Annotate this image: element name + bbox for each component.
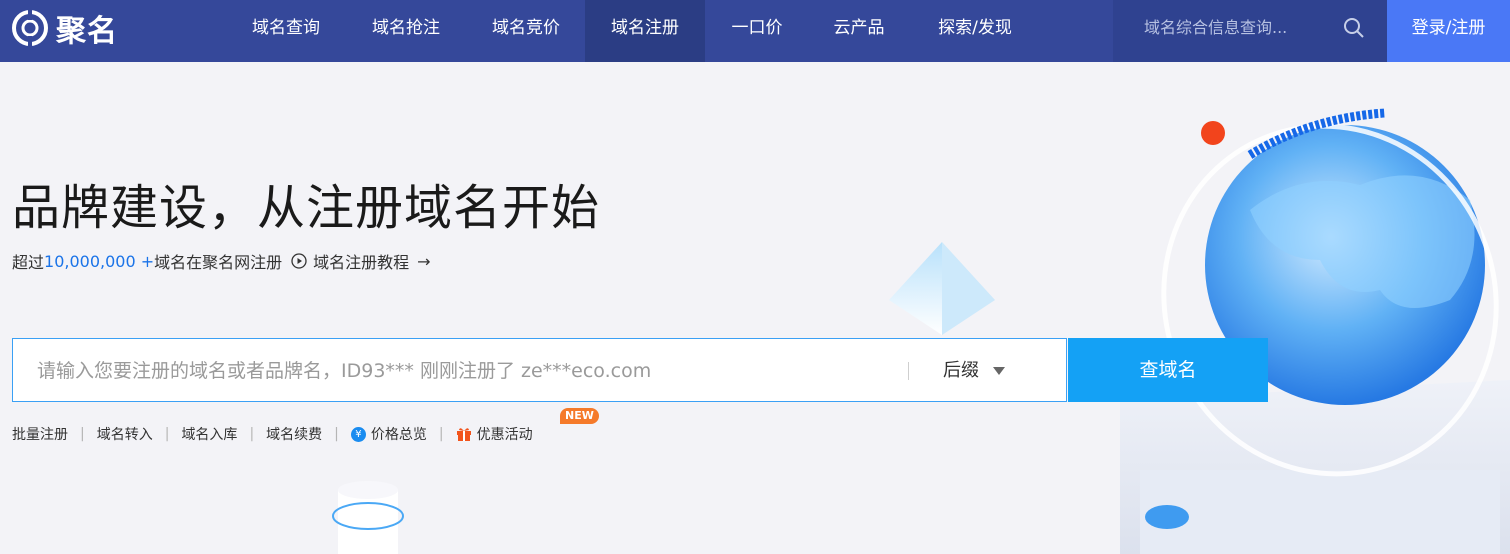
tutorial-link[interactable]: 域名注册教程 → — [291, 249, 431, 273]
suffix-dropdown[interactable]: 后缀 — [943, 339, 979, 403]
nav-domain-snap[interactable]: 域名抢注 — [356, 0, 456, 62]
caret-down-icon[interactable] — [993, 367, 1005, 375]
nav-domain-query[interactable]: 域名查询 — [236, 0, 336, 62]
nav-cloud-products[interactable]: 云产品 — [822, 0, 896, 62]
login-register-button[interactable]: 登录/注册 — [1387, 0, 1510, 62]
play-circle-icon — [291, 253, 307, 269]
gift-icon — [456, 426, 472, 442]
quick-link-domain-store[interactable]: 域名入库 — [181, 424, 237, 444]
quick-links: 批量注册 | 域名转入 | 域名入库 | 域名续费 | ¥ 价格总览 | 优惠活… — [12, 424, 533, 444]
tutorial-label: 域名注册教程 — [313, 253, 410, 272]
hero-illustration — [332, 108, 1510, 554]
separator: | — [164, 426, 170, 442]
search-icon[interactable] — [1343, 17, 1365, 43]
nav-fixed-price[interactable]: 一口价 — [720, 0, 794, 62]
separator: | — [80, 426, 85, 442]
promotions-label: 优惠活动 — [476, 427, 533, 443]
separator: | — [438, 426, 444, 442]
juming-logo-icon — [10, 8, 50, 48]
search-divider — [908, 362, 909, 380]
header-search-placeholder: 域名综合信息查询... — [1144, 18, 1288, 37]
arrow-right-icon: → — [417, 251, 431, 271]
nav-domain-auction[interactable]: 域名竞价 — [476, 0, 576, 62]
quick-link-promotions[interactable]: 优惠活动 — [456, 424, 533, 444]
nav-explore[interactable]: 探索/发现 — [925, 0, 1025, 62]
stats-suffix: 域名在聚名网注册 — [154, 253, 283, 272]
logo[interactable]: 聚名 — [10, 8, 118, 49]
domain-search-placeholder: 请输入您要注册的域名或者品牌名，ID93*** 刚刚注册了 ze***eco.c… — [37, 360, 652, 382]
quick-link-price-overview[interactable]: ¥ 价格总览 — [350, 424, 427, 444]
stats-number: 10,000,000 + — [44, 251, 155, 271]
quick-link-renew[interactable]: 域名续费 — [266, 424, 322, 444]
price-overview-label: 价格总览 — [370, 427, 427, 443]
domain-search-input[interactable]: 请输入您要注册的域名或者品牌名，ID93*** 刚刚注册了 ze***eco.c… — [12, 338, 1067, 402]
quick-link-batch-register[interactable]: 批量注册 — [12, 424, 68, 444]
stats-prefix: 超过 — [12, 253, 45, 272]
header-search-input[interactable]: 域名综合信息查询... — [1113, 0, 1387, 62]
search-domain-button[interactable]: 查域名 — [1068, 338, 1268, 402]
separator: | — [249, 426, 255, 442]
yen-circle-icon: ¥ — [350, 426, 366, 442]
hero-stats: 超过 10,000,000 + 域名在聚名网注册 域名注册教程 → — [12, 249, 431, 273]
hero-title: 品牌建设，从注册域名开始 — [12, 180, 601, 236]
separator: | — [334, 426, 339, 442]
top-nav-bar: 聚名 域名查询 域名抢注 域名竞价 域名注册 一口价 云产品 探索/发现 域名综… — [0, 0, 1510, 62]
quick-link-transfer-in[interactable]: 域名转入 — [97, 424, 153, 444]
new-badge: NEW — [560, 408, 599, 424]
nav-domain-register[interactable]: 域名注册 — [585, 0, 705, 62]
logo-text: 聚名 — [56, 14, 118, 49]
